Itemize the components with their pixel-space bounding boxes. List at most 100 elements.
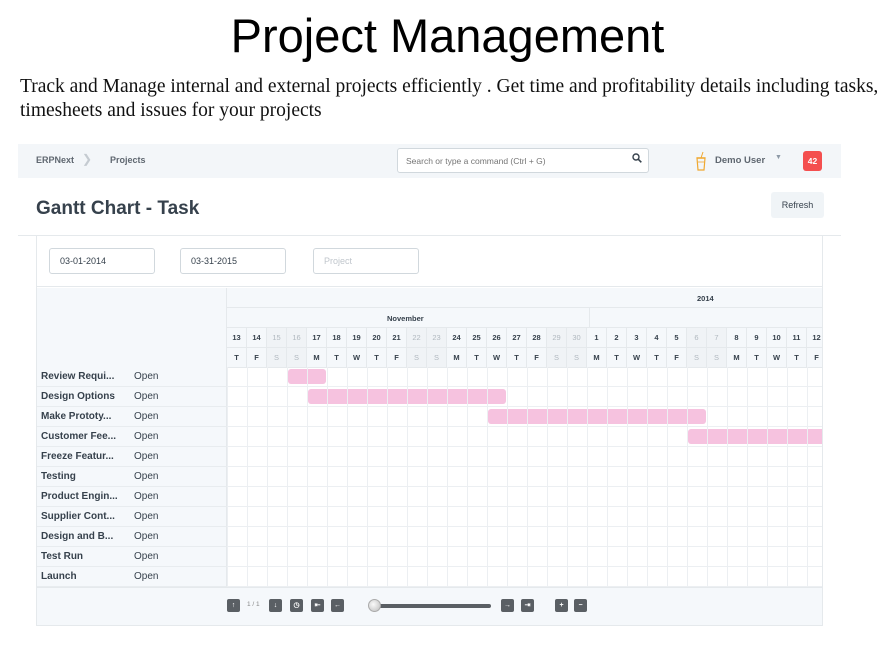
- search-input[interactable]: [397, 148, 649, 173]
- scroll-start-button[interactable]: ⇤: [311, 599, 324, 612]
- zoom-slider[interactable]: [372, 604, 491, 608]
- grid-column-line: [467, 367, 468, 587]
- grid-column-line: [807, 367, 808, 587]
- grid-column-line: [447, 367, 448, 587]
- scroll-right-button[interactable]: →: [501, 599, 514, 612]
- day-of-week: S: [407, 348, 427, 368]
- day-of-week: T: [607, 348, 627, 368]
- grid-row-line: [227, 446, 822, 447]
- grid-column-line: [787, 367, 788, 587]
- scroll-end-button[interactable]: ⇥: [521, 599, 534, 612]
- task-cell: Design Options Open: [37, 387, 227, 407]
- grid-column-line: [587, 367, 588, 587]
- zoom-in-button[interactable]: +: [555, 599, 568, 612]
- day-number: 2: [607, 328, 627, 348]
- task-status: Open: [134, 411, 159, 422]
- scroll-down-button[interactable]: ↓: [269, 599, 282, 612]
- day-of-week: T: [747, 348, 767, 368]
- task-name[interactable]: Design and B...: [41, 531, 133, 542]
- grid-column-line: [767, 367, 768, 587]
- user-menu[interactable]: Demo User: [715, 155, 765, 166]
- day-of-week: S: [567, 348, 587, 368]
- day-number: 16: [287, 328, 307, 348]
- day-of-week: W: [767, 348, 787, 368]
- grid-row-line: [227, 506, 822, 507]
- from-date-field[interactable]: [49, 248, 155, 274]
- day-number: 14: [247, 328, 267, 348]
- zoom-out-button[interactable]: −: [574, 599, 587, 612]
- task-bar[interactable]: [488, 409, 706, 424]
- month-label: November: [387, 314, 424, 323]
- day-number: 22: [407, 328, 427, 348]
- grid-column-line: [667, 367, 668, 587]
- day-of-week: S: [547, 348, 567, 368]
- task-name[interactable]: Product Engin...: [41, 491, 133, 502]
- chevron-down-icon[interactable]: ▼: [775, 154, 782, 161]
- project-field[interactable]: [313, 248, 419, 274]
- grid-column-line: [327, 367, 328, 587]
- grid-column-line: [387, 367, 388, 587]
- task-name[interactable]: Design Options: [41, 391, 133, 402]
- today-clock-icon[interactable]: ◷: [290, 599, 303, 612]
- day-number: 25: [467, 328, 487, 348]
- notification-badge[interactable]: 42: [803, 151, 822, 171]
- day-of-week: S: [427, 348, 447, 368]
- task-name[interactable]: Make Prototy...: [41, 411, 133, 422]
- grid-row-line: [227, 486, 822, 487]
- grid-column-line: [407, 367, 408, 587]
- task-cell: Make Prototy... Open: [37, 407, 227, 427]
- task-cell: Supplier Cont... Open: [37, 507, 227, 527]
- grid-column-line: [547, 367, 548, 587]
- grid-column-line: [487, 367, 488, 587]
- task-cell: Customer Fee... Open: [37, 427, 227, 447]
- filter-bar: [37, 236, 822, 287]
- task-name[interactable]: Supplier Cont...: [41, 511, 133, 522]
- grid-column-line: [287, 367, 288, 587]
- task-name[interactable]: Customer Fee...: [41, 431, 133, 442]
- day-number: 4: [647, 328, 667, 348]
- day-number: 12: [807, 328, 822, 348]
- user-avatar-icon[interactable]: [695, 151, 707, 171]
- day-number: 6: [687, 328, 707, 348]
- day-of-week: F: [807, 348, 822, 368]
- scroll-up-button[interactable]: ↑: [227, 599, 240, 612]
- scroll-left-button[interactable]: ←: [331, 599, 344, 612]
- task-cell: Freeze Featur... Open: [37, 447, 227, 467]
- task-cell: Test Run Open: [37, 547, 227, 567]
- brand-link[interactable]: ERPNext: [36, 155, 74, 165]
- task-bar[interactable]: [688, 429, 822, 444]
- slide-description: Track and Manage internal and external p…: [20, 76, 879, 121]
- day-of-week: M: [727, 348, 747, 368]
- task-status: Open: [134, 391, 159, 402]
- zoom-slider-handle[interactable]: [367, 599, 381, 612]
- day-of-week: F: [387, 348, 407, 368]
- day-number: 27: [507, 328, 527, 348]
- day-of-week: S: [267, 348, 287, 368]
- grid-row-line: [227, 466, 822, 467]
- grid-column-line: [247, 367, 248, 587]
- task-status: Open: [134, 571, 159, 582]
- breadcrumb-chevron-icon: ❯: [82, 152, 93, 166]
- task-name[interactable]: Test Run: [41, 551, 133, 562]
- task-name[interactable]: Review Requi...: [41, 371, 133, 382]
- day-of-week: T: [327, 348, 347, 368]
- day-of-week: M: [307, 348, 327, 368]
- day-number: 21: [387, 328, 407, 348]
- task-name[interactable]: Testing: [41, 471, 133, 482]
- to-date-field[interactable]: [180, 248, 286, 274]
- task-name[interactable]: Launch: [41, 571, 133, 582]
- search-icon[interactable]: [632, 153, 642, 163]
- day-of-week: W: [627, 348, 647, 368]
- task-status: Open: [134, 451, 159, 462]
- task-status: Open: [134, 531, 159, 542]
- breadcrumb-projects[interactable]: Projects: [110, 155, 146, 165]
- task-name[interactable]: Freeze Featur...: [41, 451, 133, 462]
- day-of-week: M: [587, 348, 607, 368]
- day-of-week: W: [347, 348, 367, 368]
- day-number: 15: [267, 328, 287, 348]
- grid-column-line: [427, 367, 428, 587]
- day-of-week: T: [227, 348, 247, 368]
- task-status: Open: [134, 431, 159, 442]
- grid-column-line: [567, 367, 568, 587]
- refresh-button[interactable]: Refresh: [771, 192, 824, 218]
